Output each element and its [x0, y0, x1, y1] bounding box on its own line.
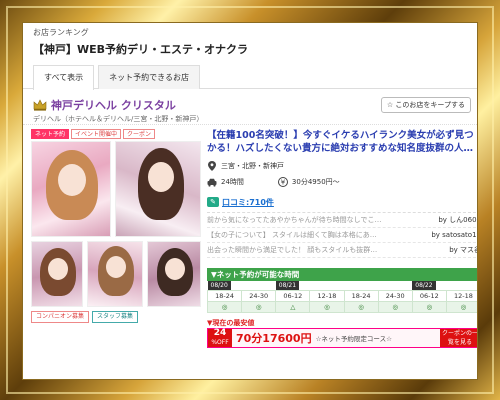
shop-hours: 24時間 [221, 178, 244, 186]
availability-mark[interactable]: △ [275, 301, 311, 313]
shop-catchcopy[interactable]: 【在籍100名突破！】今すぐイケるハイランク美女が必ず見つかる！ハズしたくない貴… [207, 129, 477, 157]
shop-price: 30分4950円～ [291, 178, 340, 186]
star-icon: ☆ [386, 101, 394, 109]
time-slot: 06-12 [411, 290, 447, 302]
schedule-date: 08/22 [412, 281, 436, 290]
schedule-mark-row: ◎ ◎ △ ◎ ◎ ◎ ◎ ◎ [206, 301, 477, 313]
review-author: by マス谷 [449, 246, 478, 254]
schedule-table: 08/20 08/21 08/22 18-24 24-30 06-12 12-1… [206, 281, 478, 313]
shop-subtitle: デリヘル（ホテヘル＆デリヘル/三宮・北野・新神戸） [23, 113, 477, 125]
schedule-date: 08/20 [207, 281, 231, 290]
girl-photo[interactable] [31, 241, 83, 307]
review-count-link[interactable]: ✎ 口コミ:710件 [207, 197, 274, 208]
schedule-date-row: 08/20 08/21 08/22 [207, 281, 478, 291]
shop-badges: ネット予約 イベント開催中 クーポン [31, 129, 201, 139]
badge-coupon: クーポン [123, 129, 156, 139]
review-snippet: 前から気になってたあやかちゃんが待ち時間なしでこ… [207, 216, 382, 224]
list-item[interactable]: 【女の子について】 スタイルは細くて胸は本格にあ… by satosato19 [207, 228, 478, 243]
recruit-badges: コンパニオン募集 スタッフ募集 [31, 311, 201, 323]
review-list: 前から気になってたあやかちゃんが待ち時間なしでこ… by しん0601 【女の子… [207, 212, 478, 258]
shop-body: ネット予約 イベント開催中 クーポン コンパニオン募集 スタッフ募集 【在籍10… [23, 125, 477, 348]
schedule-slot-row: 18-24 24-30 06-12 12-18 18-24 24-30 06-1… [206, 290, 477, 302]
shop-header: 神戸デリヘル クリスタル ☆ このお店をキープする [23, 89, 477, 113]
coupon-heading: ▼現在の最安値 [207, 319, 255, 327]
coupon-banner[interactable]: 24 %OFF 70分17600円 ☆ネット予約限定コース☆ クーポンの一覧を見… [207, 328, 477, 348]
companion-recruit-link[interactable]: コンパニオン募集 [31, 311, 90, 323]
badge-net-reservation: ネット予約 [31, 129, 70, 139]
girl-photo[interactable] [147, 241, 201, 307]
time-slot: 18-24 [206, 290, 243, 302]
crown-icon [33, 99, 47, 111]
discount-unit: %OFF [211, 339, 229, 346]
hours-price-row: 24時間 ¥ 30分4950円～ [207, 175, 477, 189]
review-snippet: 【女の子について】 スタイルは細くて胸は本格にあ… [207, 231, 377, 239]
content-panel: お店ランキング 【神戸】WEB予約デリ・エステ・オナクラ すべて表示 ネット予約… [22, 22, 478, 380]
girl-photo[interactable] [87, 241, 143, 307]
review-snippet: 出会った瞬間から満足でした！ 顔もスタイルも抜群… [207, 246, 378, 254]
area-row: 三宮・北野・新神戸 [207, 159, 477, 173]
tab-net-reservation[interactable]: ネット予約できるお店 [98, 65, 200, 89]
time-slot: 12-18 [445, 290, 477, 302]
availability-mark[interactable]: ◎ [309, 301, 345, 313]
svg-text:¥: ¥ [281, 179, 286, 187]
list-item[interactable]: 出会った瞬間から満足でした！ 顔もスタイルも抜群… by マス谷 [207, 243, 478, 258]
review-icon: ✎ [207, 197, 219, 207]
time-slot: 24-30 [377, 290, 413, 302]
list-item[interactable]: 前から気になってたあやかちゃんが待ち時間なしでこ… by しん0601 [207, 213, 478, 228]
keep-shop-button[interactable]: ☆ このお店をキープする [380, 97, 471, 113]
photo-collage[interactable] [31, 141, 201, 309]
map-pin-icon [207, 161, 217, 171]
availability-mark[interactable]: ◎ [343, 301, 379, 313]
shop-photos-column: ネット予約 イベント開催中 クーポン コンパニオン募集 スタッフ募集 [31, 129, 201, 348]
car-icon [207, 177, 217, 187]
time-slot: 18-24 [343, 290, 379, 302]
discount-percent: 24 [213, 328, 227, 338]
coupon-price: 70分17600円 [236, 332, 312, 345]
availability-mark[interactable]: ◎ [377, 301, 413, 313]
discount-badge: 24 %OFF [208, 329, 232, 347]
yen-icon: ¥ [277, 177, 288, 187]
page-title: 【神戸】WEB予約デリ・エステ・オナクラ [33, 43, 249, 56]
shop-info-column: 【在籍100名突破！】今すぐイケるハイランク美女が必ず見つかる！ハズしたくない貴… [206, 129, 478, 348]
girl-photo[interactable] [115, 141, 201, 237]
availability-mark[interactable]: ◎ [445, 301, 477, 313]
schedule-date: 08/21 [275, 281, 300, 290]
tab-bar: すべて表示 ネット予約できるお店 [23, 65, 477, 90]
staff-recruit-link[interactable]: スタッフ募集 [92, 311, 139, 323]
badge-event: イベント開催中 [71, 129, 122, 139]
coupon-course: ☆ネット予約限定コース☆ [315, 335, 392, 343]
review-count: 口コミ:710件 [222, 197, 274, 207]
availability-mark[interactable]: ◎ [241, 301, 277, 313]
availability-mark[interactable]: ◎ [411, 301, 447, 313]
shop-name[interactable]: 神戸デリヘル クリスタル [51, 97, 176, 113]
tab-all[interactable]: すべて表示 [33, 65, 95, 90]
breadcrumb[interactable]: お店ランキング [23, 23, 477, 37]
review-author: by しん0601 [438, 216, 478, 224]
schedule-heading: ▼ネット予約が可能な時間 [207, 268, 477, 281]
time-slot: 06-12 [275, 290, 311, 302]
shop-area: 三宮・北野・新神戸 [221, 162, 284, 170]
keep-shop-label: このお店をキープする [395, 101, 465, 109]
time-slot: 12-18 [309, 290, 345, 302]
availability-mark[interactable]: ◎ [206, 301, 243, 313]
review-author: by satosato19 [431, 231, 478, 239]
coupon-list-button[interactable]: クーポンの一覧を見る [440, 329, 477, 347]
girl-photo[interactable] [31, 141, 111, 237]
time-slot: 24-30 [241, 290, 277, 302]
